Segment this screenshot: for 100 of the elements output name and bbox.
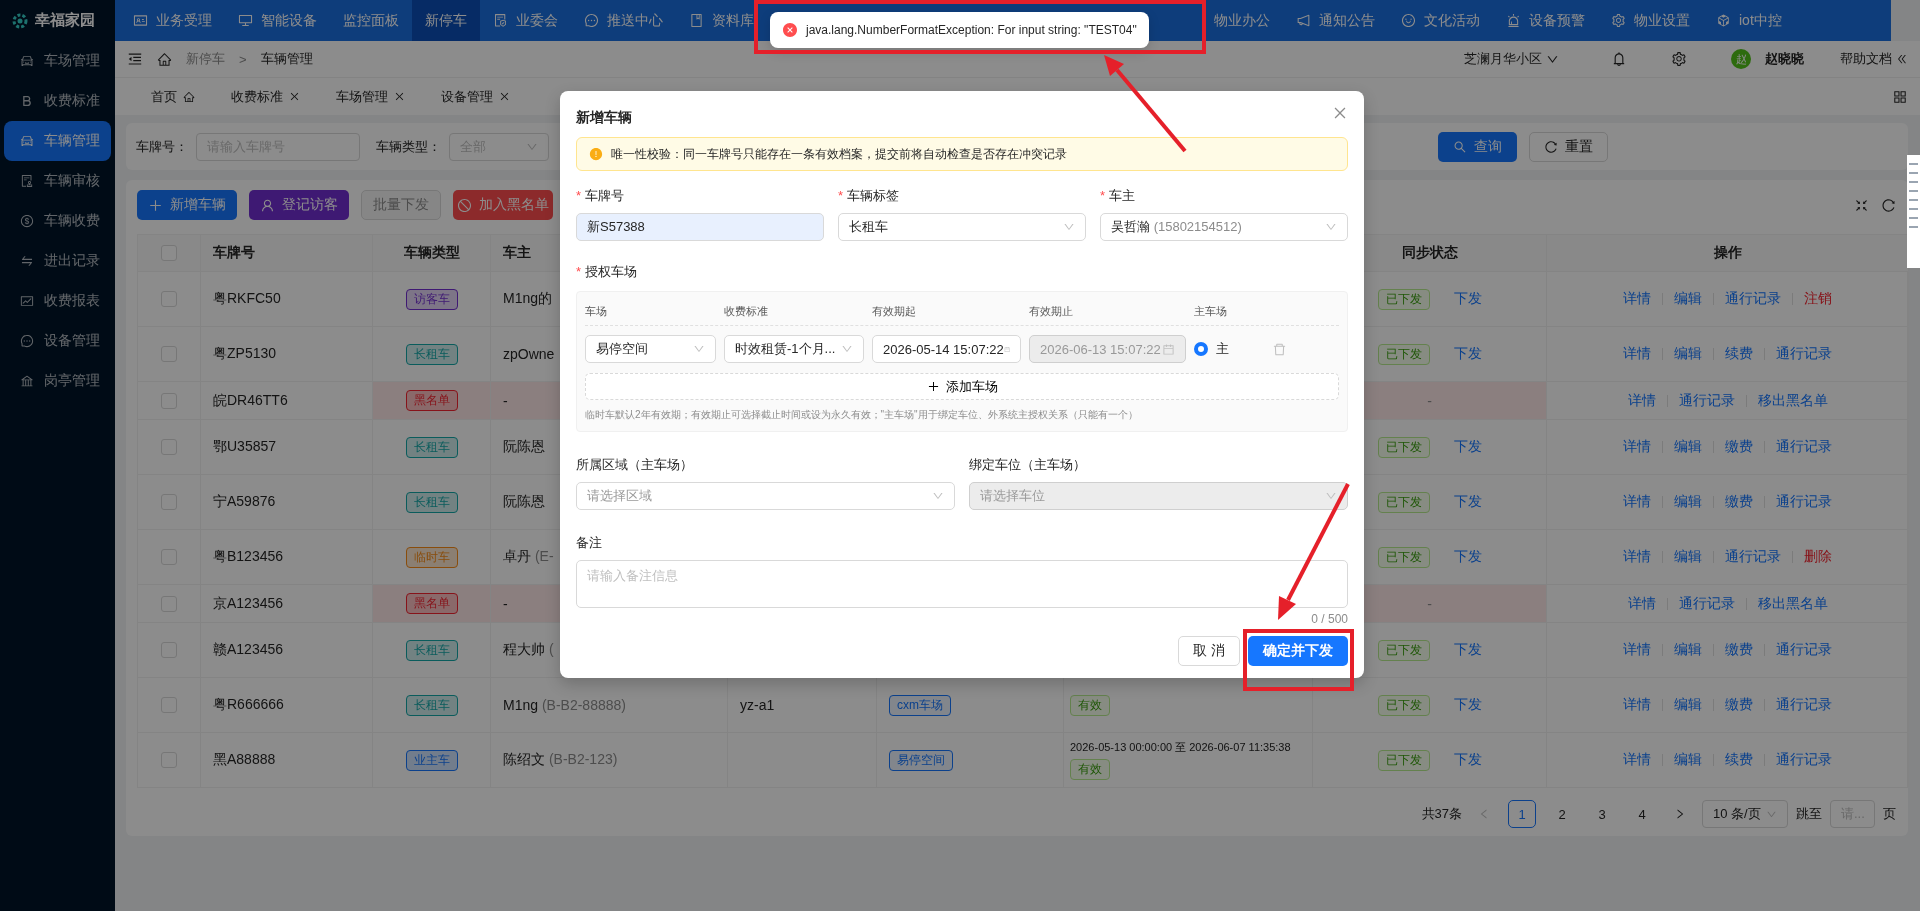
issue-link[interactable]: 下发 bbox=[1453, 751, 1482, 769]
sidebar-item[interactable]: 收费报表 bbox=[4, 281, 111, 321]
action-link[interactable]: 通行记录 bbox=[1725, 290, 1781, 308]
nav-tab[interactable]: 资料库 bbox=[676, 0, 767, 41]
settings-icon[interactable] bbox=[1671, 51, 1687, 67]
page-tab[interactable]: 收费标准 bbox=[215, 81, 316, 112]
action-link[interactable]: 编辑 bbox=[1674, 345, 1702, 363]
date-field[interactable]: 2026-05-14 15:07:22 bbox=[872, 335, 1021, 363]
fullscreen-icon[interactable] bbox=[1854, 197, 1869, 213]
action-link[interactable]: 通行记录 bbox=[1776, 345, 1832, 363]
page-button[interactable]: 1 bbox=[1508, 800, 1536, 828]
issue-link[interactable]: 下发 bbox=[1453, 290, 1482, 308]
action-link[interactable]: 通行记录 bbox=[1776, 641, 1832, 659]
sidebar-item[interactable]: 车辆审核 bbox=[4, 161, 111, 201]
search-button[interactable]: 查询 bbox=[1438, 131, 1517, 162]
action-link[interactable]: 通行记录 bbox=[1678, 594, 1735, 613]
nav-tab[interactable]: 物业设置 bbox=[1598, 0, 1703, 41]
action-link[interactable]: 详情 bbox=[1623, 696, 1651, 714]
help-docs-link[interactable]: 帮助文档 bbox=[1840, 50, 1908, 68]
action-link[interactable]: 缴费 bbox=[1725, 696, 1753, 714]
action-link[interactable]: 详情 bbox=[1623, 641, 1651, 659]
sidebar-item[interactable]: 进出记录 bbox=[4, 241, 111, 281]
toolbar-button[interactable]: 加入黑名单 bbox=[453, 190, 553, 220]
notification-icon[interactable] bbox=[1611, 51, 1627, 67]
select-field[interactable]: 时效租赁-1个月... bbox=[724, 335, 864, 363]
action-link[interactable]: 编辑 bbox=[1674, 438, 1702, 456]
add-parking-lot-button[interactable]: 添加车场 bbox=[585, 373, 1339, 400]
home-icon[interactable] bbox=[157, 51, 172, 67]
page-tab[interactable]: 设备管理 bbox=[425, 81, 526, 112]
nav-tab[interactable]: 物业办公 bbox=[1201, 0, 1283, 41]
delete-icon[interactable] bbox=[1272, 341, 1287, 357]
action-link[interactable]: 编辑 bbox=[1674, 548, 1702, 566]
issue-link[interactable]: 下发 bbox=[1453, 696, 1482, 714]
select-field[interactable]: 请选择区域 bbox=[576, 482, 955, 510]
community-select[interactable]: 芝澜月华小区 bbox=[1464, 50, 1559, 68]
nav-tab[interactable]: 设备预警 bbox=[1493, 0, 1598, 41]
action-link[interactable]: 缴费 bbox=[1725, 493, 1753, 511]
action-link[interactable]: 编辑 bbox=[1674, 493, 1702, 511]
select-field[interactable]: 易停空间 bbox=[585, 335, 716, 363]
refresh-icon[interactable] bbox=[1881, 197, 1896, 213]
action-link[interactable]: 删除 bbox=[1804, 548, 1832, 566]
action-link[interactable]: 详情 bbox=[1623, 345, 1651, 363]
close-icon[interactable] bbox=[289, 91, 300, 102]
action-link[interactable]: 详情 bbox=[1623, 493, 1651, 511]
cancel-button[interactable]: 取 消 bbox=[1178, 636, 1240, 666]
nav-tab[interactable]: 新停车 bbox=[412, 0, 480, 41]
action-link[interactable]: 详情 bbox=[1627, 594, 1656, 613]
nav-tab[interactable]: 业委会 bbox=[480, 0, 571, 41]
toolbar-button[interactable]: 新增车辆 bbox=[137, 190, 237, 220]
page-button[interactable]: 3 bbox=[1588, 800, 1616, 828]
breadcrumb-item[interactable]: 新停车 bbox=[186, 50, 225, 68]
issue-link[interactable]: 下发 bbox=[1453, 493, 1482, 511]
action-link[interactable]: 详情 bbox=[1623, 751, 1651, 769]
issue-link[interactable]: 下发 bbox=[1453, 345, 1482, 363]
action-link[interactable]: 详情 bbox=[1627, 391, 1656, 410]
sidebar-item[interactable]: 收费标准 bbox=[4, 81, 111, 121]
page-size-select[interactable]: 10 条/页 bbox=[1702, 800, 1788, 828]
sidebar-item[interactable]: 车场管理 bbox=[4, 41, 111, 81]
close-icon[interactable] bbox=[1332, 105, 1348, 121]
remark-field[interactable]: 请输入备注信息 bbox=[576, 560, 1348, 608]
action-link[interactable]: 通行记录 bbox=[1776, 438, 1832, 456]
action-link[interactable]: 编辑 bbox=[1674, 290, 1702, 308]
sidebar-item[interactable]: 设备管理 bbox=[4, 321, 111, 361]
menu-icon[interactable] bbox=[127, 51, 143, 67]
toolbar-button[interactable]: 登记访客 bbox=[249, 190, 349, 220]
page-tab[interactable]: 首页 bbox=[135, 81, 211, 112]
page-button[interactable]: 2 bbox=[1548, 800, 1576, 828]
action-link[interactable]: 编辑 bbox=[1674, 751, 1702, 769]
action-link[interactable]: 详情 bbox=[1623, 438, 1651, 456]
issue-link[interactable]: 下发 bbox=[1453, 641, 1482, 659]
nav-tab[interactable]: 文化活动 bbox=[1388, 0, 1493, 41]
select-field[interactable]: 长租车 bbox=[838, 213, 1086, 241]
action-link[interactable]: 详情 bbox=[1623, 290, 1651, 308]
nav-tab[interactable]: 智能设备 bbox=[225, 0, 330, 41]
grid-icon[interactable] bbox=[1892, 88, 1908, 105]
nav-tab[interactable]: 监控面板 bbox=[330, 0, 412, 41]
issue-link[interactable]: 下发 bbox=[1453, 438, 1482, 456]
nav-tab[interactable]: 通知公告 bbox=[1283, 0, 1388, 41]
action-link[interactable]: 通行记录 bbox=[1776, 751, 1832, 769]
action-link[interactable]: 移出黑名单 bbox=[1757, 594, 1828, 613]
user-name[interactable]: 赵晓晓 bbox=[1765, 50, 1804, 68]
input-field[interactable]: 新S57388 bbox=[576, 213, 824, 241]
nav-tab[interactable]: 推送中心 bbox=[571, 0, 676, 41]
nav-tab[interactable]: 业务受理 bbox=[120, 0, 225, 41]
sidebar-item[interactable]: 岗亭管理 bbox=[4, 361, 111, 401]
action-link[interactable]: 编辑 bbox=[1674, 641, 1702, 659]
nav-tab[interactable]: iot中控 bbox=[1703, 0, 1795, 41]
page-button[interactable]: 4 bbox=[1628, 800, 1656, 828]
select-field[interactable]: 吴哲瀚 (15802154512) bbox=[1100, 213, 1348, 241]
issue-link[interactable]: 下发 bbox=[1453, 548, 1482, 566]
action-link[interactable]: 通行记录 bbox=[1776, 493, 1832, 511]
close-icon[interactable] bbox=[499, 91, 510, 102]
page-tab[interactable]: 车场管理 bbox=[320, 81, 421, 112]
primary-lot-radio[interactable]: 主 bbox=[1194, 340, 1264, 358]
action-link[interactable]: 续费 bbox=[1725, 751, 1753, 769]
action-link[interactable]: 续费 bbox=[1725, 345, 1753, 363]
action-link[interactable]: 详情 bbox=[1623, 548, 1651, 566]
action-link[interactable]: 通行记录 bbox=[1776, 696, 1832, 714]
reset-button[interactable]: 重置 bbox=[1529, 131, 1608, 162]
action-link[interactable]: 缴费 bbox=[1725, 641, 1753, 659]
